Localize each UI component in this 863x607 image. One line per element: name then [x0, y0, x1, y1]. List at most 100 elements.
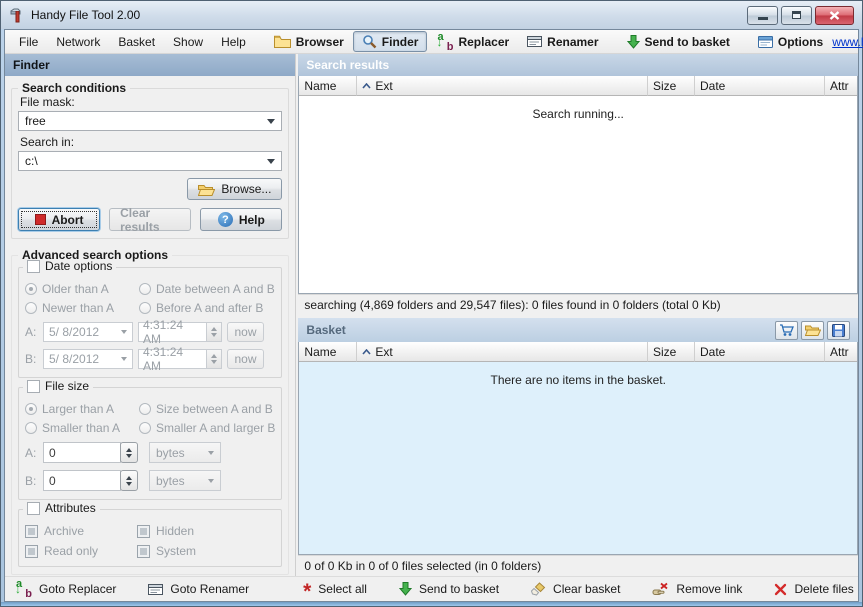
radio-icon: [25, 302, 37, 314]
help-button[interactable]: ? Help: [200, 208, 283, 231]
basket-header: Basket: [298, 318, 858, 342]
delete-files-button[interactable]: Delete files: [774, 582, 854, 596]
date-options-group: Date options Older than A Date between A…: [18, 259, 283, 378]
now-a-button[interactable]: now: [227, 322, 264, 342]
date-b-picker[interactable]: 5/ 8/2012: [43, 349, 133, 369]
hidden-label: Hidden: [156, 524, 195, 538]
close-button[interactable]: [815, 5, 854, 25]
archive-checkbox[interactable]: Archive: [25, 524, 137, 538]
basket-body[interactable]: There are no items in the basket.: [299, 362, 857, 554]
column-header-size[interactable]: Size: [648, 342, 695, 362]
attributes-checkbox[interactable]: [27, 501, 40, 515]
goto-replacer-button[interactable]: a ↓ b Goto Replacer: [15, 578, 116, 600]
column-header-name[interactable]: Name: [299, 342, 358, 362]
maximize-button[interactable]: [781, 5, 812, 25]
menu-show[interactable]: Show: [164, 32, 212, 52]
radio-larger-than-a[interactable]: Larger than A: [25, 402, 137, 416]
size-b-spinner[interactable]: 0: [43, 470, 138, 491]
send-to-basket-bottom-button[interactable]: Send to basket: [398, 582, 499, 596]
menu-file[interactable]: File: [10, 32, 47, 52]
finder-panel-body: Search conditions File mask: free Search…: [5, 76, 295, 576]
time-b-spinner[interactable]: 4:31:24 AM: [138, 345, 222, 373]
search-results-body[interactable]: Search running...: [299, 96, 857, 293]
system-label: System: [156, 544, 197, 558]
select-all-button[interactable]: * Select all: [303, 581, 367, 602]
radio-icon: [25, 283, 37, 295]
website-link[interactable]: www.handyfiletool.com: [832, 35, 863, 49]
spin-buttons[interactable]: [120, 442, 138, 463]
options-button-label: Options: [777, 34, 824, 49]
send-to-basket-button[interactable]: Send to basket: [618, 32, 739, 52]
spin-buttons[interactable]: [206, 322, 222, 342]
abort-button[interactable]: Abort: [18, 208, 101, 231]
time-a-spinner[interactable]: 4:31:24 AM: [138, 318, 222, 346]
spin-buttons[interactable]: [120, 470, 138, 491]
renamer-button[interactable]: Renamer: [518, 32, 607, 52]
column-header-date[interactable]: Date: [695, 76, 825, 96]
now-b-button[interactable]: now: [227, 349, 264, 369]
hidden-checkbox[interactable]: Hidden: [137, 524, 275, 538]
file-mask-combobox[interactable]: free: [18, 111, 283, 131]
send-to-basket-label: Send to basket: [644, 34, 730, 49]
basket-open-button[interactable]: [801, 320, 824, 340]
radio-smaller-larger[interactable]: Smaller A and larger B: [139, 421, 275, 435]
read-only-checkbox[interactable]: Read only: [25, 544, 137, 558]
spin-buttons[interactable]: [206, 349, 222, 369]
system-checkbox[interactable]: System: [137, 544, 275, 558]
column-header-size[interactable]: Size: [648, 76, 695, 96]
size-b-unit-combobox[interactable]: bytes: [149, 470, 221, 491]
remove-link-button[interactable]: Remove link: [652, 582, 742, 596]
column-header-date[interactable]: Date: [695, 342, 825, 362]
search-results-title: Search results: [306, 58, 390, 72]
radio-size-between[interactable]: Size between A and B: [139, 402, 275, 416]
date-a-picker[interactable]: 5/ 8/2012: [43, 322, 133, 342]
browse-button[interactable]: Browse...: [187, 178, 283, 200]
finder-button[interactable]: Finder: [352, 31, 428, 52]
radio-icon: [139, 422, 151, 434]
search-conditions-title: Search conditions: [18, 81, 131, 95]
size-a-unit-combobox[interactable]: bytes: [149, 442, 221, 463]
basket-cart-button[interactable]: [775, 320, 798, 340]
radio-newer-than-a[interactable]: Newer than A: [25, 301, 137, 315]
replace-ab-icon: a ↓ b: [436, 30, 454, 53]
column-header-ext[interactable]: Ext: [357, 76, 648, 96]
radio-date-between[interactable]: Date between A and B: [139, 282, 275, 296]
column-label: Name: [304, 78, 337, 93]
menubar: File Network Basket Show Help Browser Fi…: [5, 30, 863, 54]
chevron-down-icon: [121, 330, 127, 334]
replacer-button[interactable]: a ↓ b Replacer: [427, 31, 518, 53]
search-in-combobox[interactable]: c:\: [18, 151, 283, 171]
column-header-attr[interactable]: Attr: [825, 76, 857, 96]
minimize-button[interactable]: [747, 5, 778, 25]
size-a-spinner[interactable]: 0: [43, 442, 138, 463]
spin-up-icon: [126, 447, 132, 452]
radio-before-after[interactable]: Before A and after B: [139, 301, 275, 315]
column-header-name[interactable]: Name: [299, 76, 358, 96]
column-header-attr[interactable]: Attr: [825, 342, 857, 362]
date-options-checkbox[interactable]: [27, 259, 40, 273]
column-header-ext[interactable]: Ext: [357, 342, 648, 362]
radio-older-than-a[interactable]: Older than A: [25, 282, 137, 296]
search-status-text: searching (4,869 folders and 29,547 file…: [304, 298, 721, 312]
chevron-down-icon[interactable]: [267, 158, 276, 164]
date-options-title: Date options: [45, 259, 113, 273]
basket-empty-message: There are no items in the basket.: [490, 373, 666, 387]
menu-network[interactable]: Network: [47, 32, 109, 52]
checkbox-icon: [25, 544, 38, 558]
clear-results-button[interactable]: Clear results: [109, 206, 192, 234]
menu-help[interactable]: Help: [212, 32, 255, 52]
options-button[interactable]: Options: [749, 32, 832, 52]
select-all-label: Select all: [318, 582, 367, 596]
goto-renamer-button[interactable]: Goto Renamer: [148, 582, 249, 596]
column-label: Name: [304, 344, 337, 359]
radio-smaller-than-a[interactable]: Smaller than A: [25, 421, 137, 435]
browser-button-label: Browser: [295, 34, 344, 49]
menu-basket[interactable]: Basket: [109, 32, 164, 52]
browser-button[interactable]: Browser: [265, 32, 353, 52]
search-results-statusbar: searching (4,869 folders and 29,547 file…: [298, 294, 858, 315]
file-size-checkbox[interactable]: [27, 379, 40, 393]
open-folder-icon: [198, 183, 216, 196]
chevron-down-icon[interactable]: [267, 118, 276, 124]
basket-save-button[interactable]: [827, 320, 850, 340]
clear-basket-button[interactable]: Clear basket: [531, 582, 620, 596]
